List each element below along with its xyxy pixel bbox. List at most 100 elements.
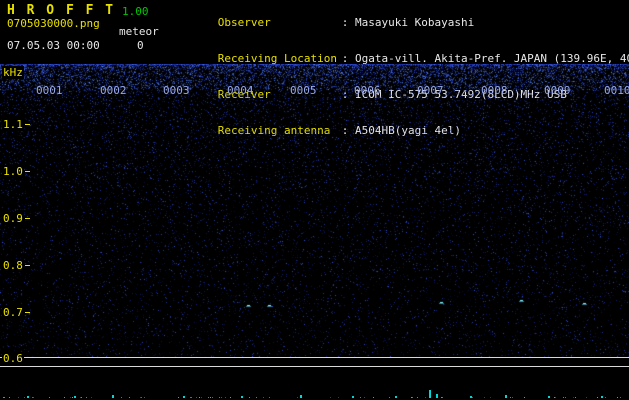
signal-noise-dot: [24, 397, 25, 398]
signal-tick: [27, 396, 29, 398]
y-axis-tick-label: 0.7: [2, 306, 24, 319]
echo-count: 0: [137, 39, 144, 52]
y-axis-unit: kHz: [2, 66, 24, 79]
x-axis-tick-label: 0006: [354, 84, 381, 97]
signal-noise-dot: [72, 397, 73, 398]
y-axis-tick-label: 1.1: [2, 118, 24, 131]
signal-noise-dot: [605, 397, 606, 398]
signal-tick: [74, 396, 76, 398]
meta-value: : Masayuki Kobayashi: [341, 16, 475, 29]
signal-noise-dot: [472, 397, 473, 398]
signal-noise-dot: [442, 397, 443, 398]
signal-noise-dot: [586, 397, 587, 398]
signal-noise-dot: [91, 397, 92, 398]
signal-noise-dot: [121, 397, 122, 398]
signal-noise-dot: [360, 397, 361, 398]
signal-tick: [300, 395, 302, 398]
y-axis-tick-mark: [25, 124, 30, 125]
signal-noise-dot: [417, 397, 418, 398]
signal-noise-dot: [32, 397, 33, 398]
signal-noise-dot: [617, 397, 618, 398]
signal-noise-dot: [230, 397, 231, 398]
signal-noise-dot: [338, 397, 339, 398]
signal-noise-dot: [196, 397, 197, 398]
separator-line-upper: [0, 357, 629, 358]
x-axis-tick-label: 0004: [227, 84, 254, 97]
signal-noise-dot: [81, 397, 82, 398]
signal-tick: [505, 395, 507, 398]
signal-noise-dot: [212, 397, 213, 398]
mode-label: meteor: [119, 25, 159, 38]
signal-noise-dot: [199, 397, 200, 398]
x-axis-tick-label: 0002: [100, 84, 127, 97]
y-axis-tick-label: 0.9: [2, 212, 24, 225]
signal-noise-dot: [256, 397, 257, 398]
y-axis-tick-mark: [25, 265, 30, 266]
signal-noise-dot: [210, 397, 211, 398]
meta-row-observer: Observer : Masayuki Kobayashi: [178, 5, 629, 41]
signal-tick: [183, 396, 185, 398]
x-axis-tick-label: 0003: [163, 84, 190, 97]
signal-tick: [112, 395, 114, 398]
signal-noise-dot: [178, 397, 179, 398]
signal-noise-dot: [221, 397, 222, 398]
signal-noise-dot: [555, 397, 556, 398]
y-axis-tick-mark: [25, 218, 30, 219]
signal-noise-dot: [208, 397, 209, 398]
capture-timestamp: 07.05.03 00:00: [7, 39, 100, 52]
signal-noise-dot: [524, 397, 525, 398]
signal-noise-dot: [373, 397, 374, 398]
signal-noise-dot: [70, 397, 71, 398]
app-title: H R O F F T: [7, 3, 116, 18]
signal-noise-dot: [330, 397, 331, 398]
y-axis-tick-mark: [25, 171, 30, 172]
signal-noise-dot: [225, 397, 226, 398]
signal-noise-dot: [191, 397, 192, 398]
separator-line-lower: [0, 366, 629, 367]
signal-noise-dot: [9, 397, 10, 398]
x-axis-tick-label: 0007: [417, 84, 444, 97]
signal-noise-dot: [269, 397, 270, 398]
bottom-strip: [0, 384, 629, 400]
signal-noise-dot: [263, 397, 264, 398]
signal-tick: [548, 396, 550, 398]
signal-tick: [395, 396, 397, 398]
signal-tick: [241, 396, 243, 398]
app-version: 1.00: [122, 5, 149, 18]
y-axis-tick-label: 1.0: [2, 165, 24, 178]
signal-noise-dot: [249, 397, 250, 398]
signal-noise-dot: [141, 397, 142, 398]
signal-noise-dot: [490, 397, 491, 398]
signal-noise-dot: [219, 397, 220, 398]
signal-noise-dot: [484, 397, 485, 398]
meta-label: Observer: [217, 16, 271, 29]
x-axis-tick-label: 0005: [290, 84, 317, 97]
signal-noise-dot: [563, 397, 564, 398]
y-axis-tick-mark: [25, 312, 30, 313]
signal-noise-dot: [512, 397, 513, 398]
signal-tick: [352, 396, 354, 398]
signal-noise-dot: [49, 397, 50, 398]
signal-noise-dot: [364, 397, 365, 398]
signal-noise-dot: [33, 397, 34, 398]
signal-noise-dot: [86, 397, 87, 398]
signal-noise-dot: [425, 397, 426, 398]
signal-tick: [436, 394, 438, 398]
signal-noise-dot: [4, 397, 5, 398]
signal-noise-dot: [597, 397, 598, 398]
y-axis-tick-label: 0.8: [2, 259, 24, 272]
signal-noise-dot: [573, 397, 574, 398]
signal-noise-dot: [412, 397, 413, 398]
signal-noise-dot: [144, 397, 145, 398]
signal-noise-dot: [297, 397, 298, 398]
signal-noise-dot: [80, 397, 81, 398]
signal-noise-dot: [620, 397, 621, 398]
signal-noise-dot: [575, 397, 576, 398]
signal-noise-dot: [389, 397, 390, 398]
x-axis-tick-label: 0010: [604, 84, 629, 97]
signal-noise-dot: [602, 397, 603, 398]
signal-noise-dot: [18, 397, 19, 398]
y-axis-tick-label: 0.6: [2, 352, 24, 365]
x-axis-tick-label: 0008: [481, 84, 508, 97]
x-axis-tick-label: 0009: [544, 84, 571, 97]
